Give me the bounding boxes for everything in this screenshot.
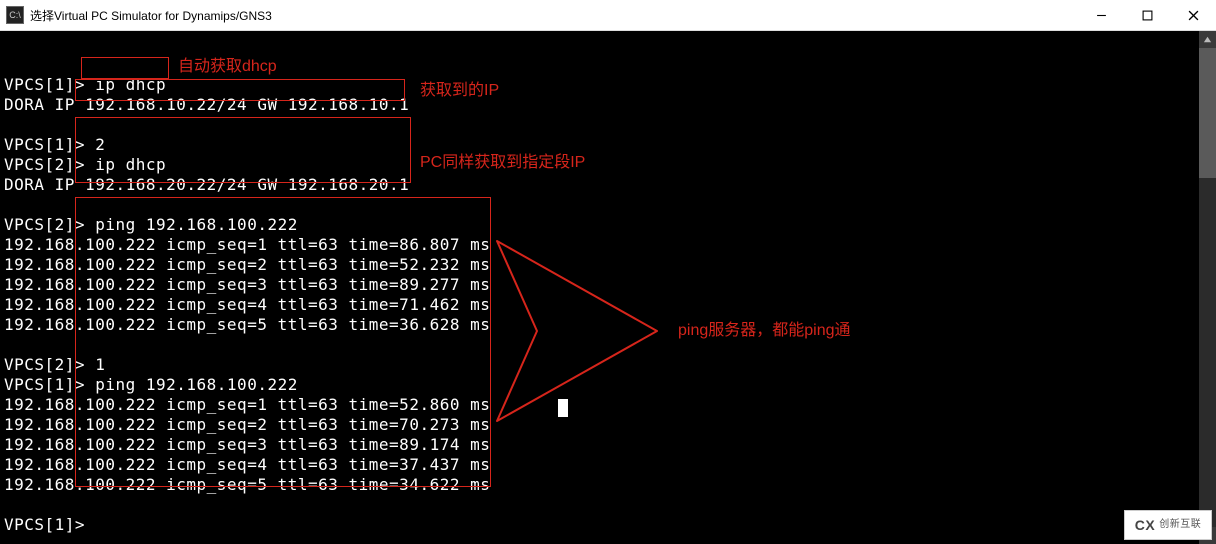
maximize-button[interactable]: [1124, 0, 1170, 30]
minimize-button[interactable]: [1078, 0, 1124, 30]
cmd-icon: C:\: [6, 6, 24, 24]
anno-text-1: 自动获取dhcp: [178, 57, 277, 77]
watermark-text: 创新互联: [1159, 515, 1201, 535]
terminal-area[interactable]: VPCS[1]> ip dhcp DORA IP 192.168.10.22/2…: [0, 31, 1216, 544]
scroll-up-button[interactable]: [1199, 31, 1216, 48]
text-cursor: [558, 399, 568, 417]
app-window: C:\ 选择Virtual PC Simulator for Dynamips/…: [0, 0, 1216, 544]
close-button[interactable]: [1170, 0, 1216, 30]
anno-text-2: 获取到的IP: [420, 81, 499, 101]
anno-box-block3: [75, 197, 491, 487]
scroll-thumb[interactable]: [1199, 48, 1216, 178]
anno-box-ip1: [75, 79, 405, 101]
scrollbar[interactable]: [1199, 31, 1216, 544]
anno-text-3: PC同样获取到指定段IP: [420, 153, 585, 173]
watermark-logo: CX创新互联: [1124, 510, 1212, 540]
anno-box-block2: [75, 117, 411, 183]
title-bar[interactable]: C:\ 选择Virtual PC Simulator for Dynamips/…: [0, 0, 1216, 31]
window-controls: [1078, 0, 1216, 30]
anno-text-4: ping服务器，都能ping通: [678, 321, 851, 341]
anno-box-cmd1: [81, 57, 169, 79]
window-title: 选择Virtual PC Simulator for Dynamips/GNS3: [30, 7, 272, 24]
anno-arrow-icon: [492, 236, 672, 426]
